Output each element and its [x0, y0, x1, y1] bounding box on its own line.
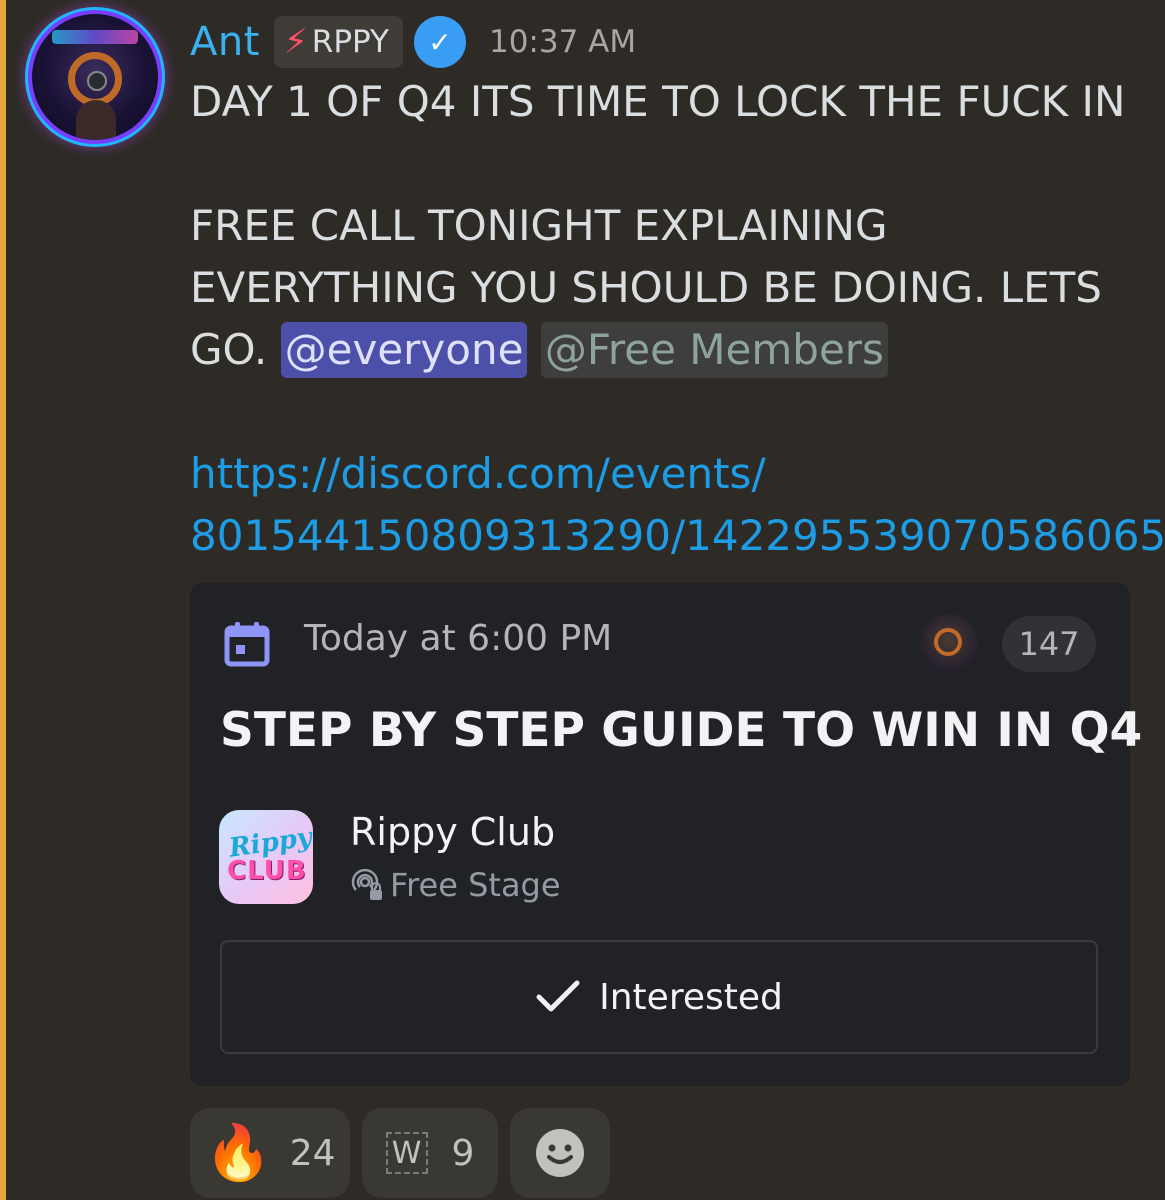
- stage-lock-icon: [351, 868, 382, 900]
- author-avatar[interactable]: [32, 14, 158, 140]
- server-icon-club: CLUB: [227, 856, 307, 886]
- w-emoji-icon: W: [385, 1132, 428, 1174]
- highlight-bar: [0, 0, 6, 1200]
- avatar-wheel-hub: [87, 71, 107, 91]
- server-icon[interactable]: Rippy CLUB: [219, 810, 313, 904]
- event-link-line-1[interactable]: https://discord.com/events/: [190, 446, 766, 502]
- message-timestamp[interactable]: 10:37 AM: [489, 24, 636, 60]
- message-header: Ant ⚡ RPPY ✓ 10:37 AM: [190, 12, 636, 72]
- server-name[interactable]: Rippy Club: [350, 810, 555, 854]
- checkmark-icon: [535, 979, 581, 1015]
- stage-channel[interactable]: Free Stage: [350, 866, 561, 904]
- guild-tag-label: RPPY: [311, 24, 389, 60]
- message-line-4: GO. @everyone @Free Members: [190, 322, 888, 378]
- everyone-mention[interactable]: @everyone: [280, 322, 528, 378]
- add-reaction-button[interactable]: [510, 1108, 610, 1198]
- message-line-2: FREE CALL TONIGHT EXPLAINING: [190, 201, 888, 250]
- calendar-icon: [224, 622, 270, 667]
- message-line-4-prefix: GO.: [190, 325, 268, 374]
- guild-tag[interactable]: ⚡ RPPY: [273, 16, 403, 68]
- interested-count[interactable]: 147: [1002, 616, 1096, 672]
- reaction-fire[interactable]: 🔥 24: [190, 1108, 350, 1198]
- smiley-face-icon: [536, 1129, 584, 1177]
- avatar-dashboard: [52, 30, 138, 44]
- interested-button-label: Interested: [599, 976, 783, 1018]
- reaction-w-count: 9: [451, 1132, 475, 1174]
- reaction-w[interactable]: W 9: [362, 1108, 498, 1198]
- reaction-bar: 🔥 24 W 9: [190, 1108, 610, 1198]
- verified-badge-icon: ✓: [416, 19, 463, 65]
- host-avatar[interactable]: [920, 614, 978, 672]
- lightning-bolt-icon: ⚡: [283, 22, 308, 62]
- interested-button[interactable]: Interested: [220, 940, 1098, 1054]
- event-time: Today at 6:00 PM: [304, 618, 613, 659]
- message-line-1: DAY 1 OF Q4 ITS TIME TO LOCK THE FUCK IN: [190, 77, 1126, 126]
- role-mention[interactable]: @Free Members: [540, 322, 888, 378]
- fire-emoji-icon: 🔥: [204, 1121, 272, 1184]
- reaction-fire-count: 24: [289, 1132, 336, 1174]
- author-name[interactable]: Ant: [190, 19, 260, 65]
- event-title[interactable]: STEP BY STEP GUIDE TO WIN IN Q4: [220, 703, 1142, 758]
- avatar-person: [76, 100, 116, 140]
- event-embed-card[interactable]: Today at 6:00 PM 147 STEP BY STEP GUIDE …: [190, 583, 1142, 1086]
- host-avatar-wheel: [934, 628, 962, 656]
- event-link-line-2[interactable]: 801544150809313290/1422955390705860652: [190, 508, 1165, 564]
- stage-channel-name: Free Stage: [390, 866, 561, 904]
- message-line-3: EVERYTHING YOU SHOULD BE DOING. LETS: [190, 263, 1102, 312]
